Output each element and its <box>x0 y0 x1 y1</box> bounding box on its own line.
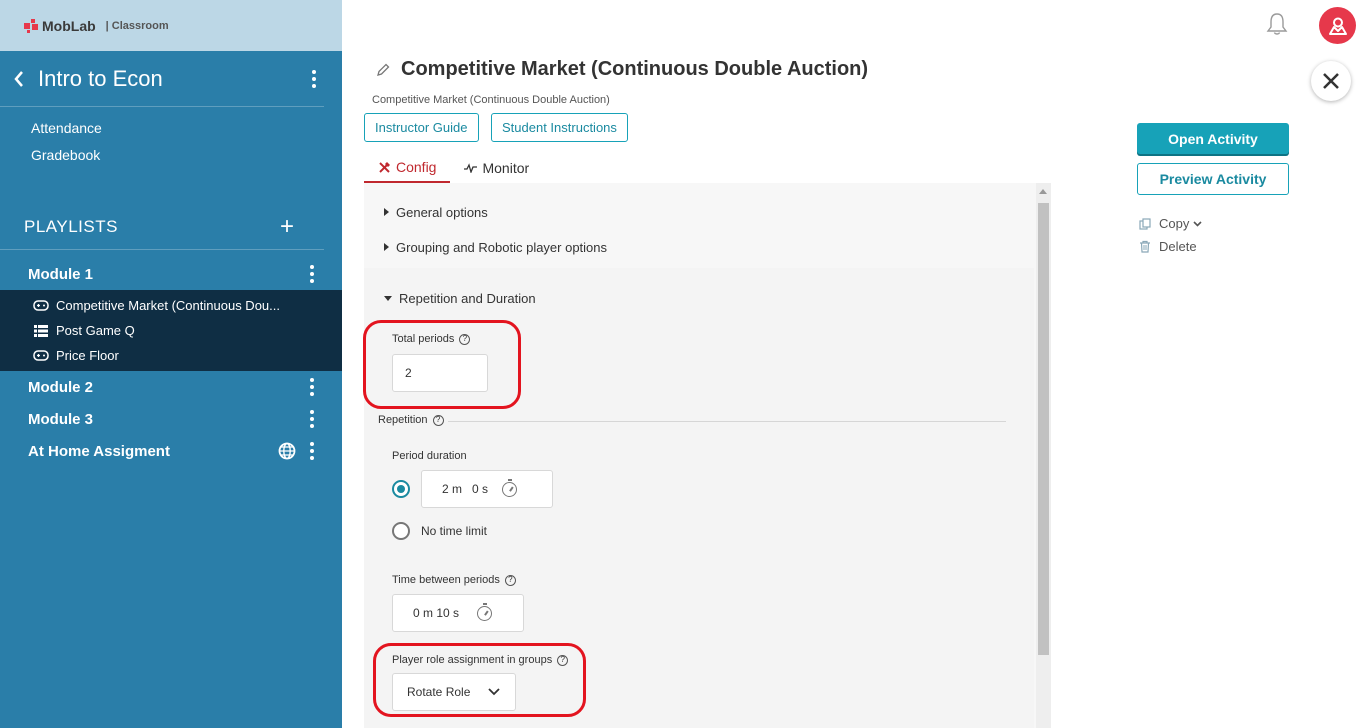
repetition-label: Repetition ? <box>378 414 444 426</box>
module-item-label: Price Floor <box>56 348 119 363</box>
help-icon[interactable]: ? <box>504 574 516 586</box>
student-instructions-button[interactable]: Student Instructions <box>491 113 628 142</box>
module-menu-icon[interactable] <box>302 378 322 396</box>
sidebar-link-gradebook[interactable]: Gradebook <box>0 142 342 169</box>
stopwatch-icon <box>502 478 518 497</box>
avatar[interactable] <box>1319 7 1356 44</box>
moblab-logo[interactable]: MobLab | Classroom <box>24 18 169 34</box>
gamepad-icon <box>33 300 49 312</box>
add-playlist-icon[interactable]: + <box>280 215 294 239</box>
caret-right-icon <box>384 208 389 216</box>
period-duration-input[interactable]: 2 m 0 s <box>421 470 553 508</box>
caret-right-icon <box>384 243 389 251</box>
tab-monitor[interactable]: Monitor <box>450 153 543 183</box>
delete-action[interactable]: Delete <box>1139 239 1197 254</box>
time-between-label: Time between periods ? <box>392 574 516 586</box>
user-icon <box>1328 17 1347 35</box>
module-label: Module 1 <box>28 265 94 283</box>
period-duration-label: Period duration <box>392 450 467 462</box>
module-item-label: Competitive Market (Continuous Dou... <box>56 298 280 313</box>
section-label: Grouping and Robotic player options <box>396 239 608 255</box>
section-repetition-duration[interactable]: Repetition and Duration <box>364 280 1034 316</box>
bell-icon[interactable] <box>1266 12 1288 36</box>
instructor-guide-button[interactable]: Instructor Guide <box>364 113 479 142</box>
copy-icon <box>1139 217 1151 230</box>
page-title-row: Competitive Market (Continuous Double Au… <box>375 58 868 81</box>
period-duration-value: 2 m 0 s <box>442 482 489 496</box>
module-row[interactable]: Module 3 <box>0 403 342 435</box>
module-item[interactable]: Price Floor <box>0 343 342 368</box>
copy-action[interactable]: Copy <box>1139 216 1202 231</box>
brand-bar: MobLab | Classroom <box>0 0 342 51</box>
sidebar: MobLab | Classroom Intro to Econ Attenda… <box>0 0 342 728</box>
no-time-limit-radio[interactable] <box>392 522 410 540</box>
chevron-left-icon[interactable] <box>8 68 30 90</box>
section-label: General options <box>396 204 488 220</box>
page-title: Competitive Market (Continuous Double Au… <box>401 58 869 80</box>
chevron-down-icon <box>1193 220 1202 227</box>
course-header: Intro to Econ <box>0 51 324 107</box>
caret-down-icon <box>384 295 392 301</box>
time-between-value: 0 m 10 s <box>413 606 460 620</box>
copy-label: Copy <box>1159 216 1190 231</box>
module-item[interactable]: Post Game Q <box>0 318 342 343</box>
module-label: Module 3 <box>28 410 94 428</box>
no-time-limit-label: No time limit <box>421 524 488 538</box>
close-icon <box>1323 73 1339 89</box>
module-items: Competitive Market (Continuous Dou... Po… <box>0 290 342 371</box>
module-item[interactable]: Competitive Market (Continuous Dou... <box>0 293 342 318</box>
highlight-total-periods <box>363 320 521 409</box>
playlists-header: PLAYLISTS + <box>0 205 324 250</box>
gamepad-icon <box>33 350 49 362</box>
scroll-up-icon[interactable] <box>1039 189 1047 194</box>
help-icon[interactable]: ? <box>432 414 444 426</box>
trash-icon <box>1140 240 1150 253</box>
moblab-logo-icon <box>24 18 38 33</box>
delete-label: Delete <box>1159 239 1197 254</box>
tab-bar: Config Monitor <box>364 153 1051 183</box>
module-row[interactable]: At Home Assigment <box>0 435 342 467</box>
playlists-title: PLAYLISTS <box>24 217 118 236</box>
scrollbar[interactable] <box>1036 183 1051 728</box>
section-general-options[interactable]: General options <box>364 194 1034 230</box>
time-between-input[interactable]: 0 m 10 s <box>392 594 524 632</box>
course-menu-icon[interactable] <box>304 69 324 88</box>
module-menu-icon[interactable] <box>302 442 322 460</box>
module-menu-icon[interactable] <box>302 265 322 283</box>
highlight-role-assignment <box>373 643 586 717</box>
module-menu-icon[interactable] <box>302 410 322 428</box>
period-duration-radio[interactable] <box>392 480 410 498</box>
brand-name: MobLab <box>42 17 96 34</box>
page-subtitle: Competitive Market (Continuous Double Au… <box>372 94 610 106</box>
tab-monitor-label: Monitor <box>482 160 530 176</box>
tab-config[interactable]: Config <box>364 153 451 183</box>
list-icon <box>33 324 49 337</box>
section-grouping-options[interactable]: Grouping and Robotic player options <box>364 229 1034 265</box>
scroll-thumb[interactable] <box>1038 203 1049 655</box>
tab-config-label: Config <box>396 159 437 175</box>
open-activity-button[interactable]: Open Activity <box>1137 123 1289 154</box>
module-label: At Home Assigment <box>28 442 170 460</box>
module-row[interactable]: Module 1 <box>0 258 342 290</box>
tools-icon <box>379 161 390 173</box>
module-label: Module 2 <box>28 378 94 396</box>
course-title: Intro to Econ <box>38 65 163 91</box>
pencil-icon[interactable] <box>375 62 391 78</box>
pulse-icon <box>464 163 478 173</box>
module-row[interactable]: Module 2 <box>0 371 342 403</box>
close-button[interactable] <box>1311 61 1351 101</box>
sidebar-link-attendance[interactable]: Attendance <box>0 115 342 142</box>
module-item-label: Post Game Q <box>56 323 135 338</box>
divider <box>448 421 1006 422</box>
stopwatch-icon <box>477 602 493 621</box>
brand-product: | Classroom <box>105 19 169 32</box>
section-label: Repetition and Duration <box>399 290 536 306</box>
preview-activity-button[interactable]: Preview Activity <box>1137 163 1289 195</box>
globe-icon[interactable] <box>278 442 296 460</box>
